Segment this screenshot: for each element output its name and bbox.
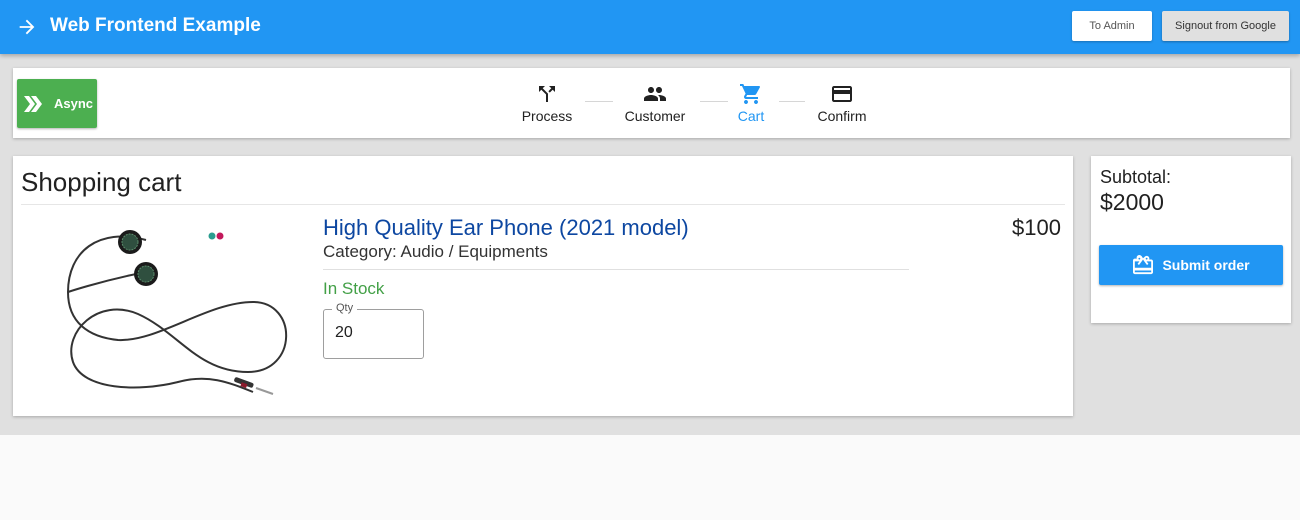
step-confirm[interactable]: Confirm <box>813 82 871 124</box>
subtotal-value: $2000 <box>1100 189 1164 215</box>
step-connector <box>700 101 728 102</box>
gift-card-icon <box>1133 255 1154 275</box>
quantity-label: Qty <box>332 302 358 314</box>
stepper-card: Async Process Customer Cart Confirm <box>13 68 1290 138</box>
subtotal-label: Subtotal: <box>1100 167 1172 187</box>
step-cart[interactable]: Cart <box>731 82 771 124</box>
signout-button[interactable]: Signout from Google <box>1162 11 1289 41</box>
step-label: Cart <box>737 108 765 124</box>
product-name-link[interactable]: High Quality Ear Phone (2021 model) <box>323 215 689 241</box>
step-connector <box>779 101 805 102</box>
credit-card-icon <box>832 86 852 102</box>
divider <box>323 269 909 270</box>
submit-order-button[interactable]: Submit order <box>1099 245 1283 285</box>
async-label: Async <box>54 96 94 111</box>
step-label: Process <box>521 108 573 124</box>
step-label: Confirm <box>817 108 867 124</box>
step-customer[interactable]: Customer <box>620 82 690 124</box>
people-icon <box>644 87 666 101</box>
async-button[interactable]: Async <box>17 79 97 128</box>
step-label: Customer <box>624 108 686 124</box>
earphone-product-image <box>66 230 288 395</box>
stock-status: In Stock <box>323 279 385 298</box>
cart-icon <box>740 84 760 104</box>
app-bar: Web Frontend Example To Admin Signout fr… <box>0 0 1300 54</box>
fork-icon <box>539 86 555 102</box>
divider <box>21 204 1065 205</box>
cart-title: Shopping cart <box>21 167 182 197</box>
product-category: Category: Audio / Equipments <box>323 242 548 261</box>
shopping-cart-card: Shopping cart High Quality Ear Phone (20… <box>13 156 1073 416</box>
to-admin-button[interactable]: To Admin <box>1072 11 1152 41</box>
app-title: Web Frontend Example <box>50 15 261 36</box>
double-chevron-right-icon <box>24 95 42 112</box>
step-process[interactable]: Process <box>519 82 575 124</box>
product-price: $100 <box>1012 215 1061 240</box>
arrow-right-icon[interactable] <box>16 16 38 38</box>
quantity-input[interactable] <box>335 324 415 342</box>
quantity-field[interactable]: Qty <box>323 302 424 359</box>
step-connector <box>585 101 613 102</box>
order-summary-card: Subtotal: $2000 Submit order <box>1091 156 1291 323</box>
submit-order-label: Submit order <box>1162 257 1250 273</box>
